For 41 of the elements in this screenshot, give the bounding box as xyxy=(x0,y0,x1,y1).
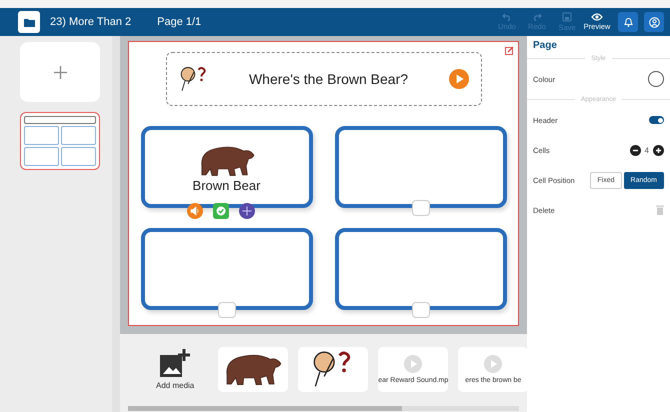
account-button[interactable] xyxy=(644,12,664,32)
user-icon xyxy=(648,16,660,28)
card-handle[interactable] xyxy=(412,200,430,216)
card-handle[interactable] xyxy=(412,302,430,318)
question-text: Where's the Brown Bear? xyxy=(248,71,410,87)
media-tile[interactable] xyxy=(298,346,368,392)
colour-swatch[interactable] xyxy=(648,71,664,87)
play-icon xyxy=(484,354,502,372)
undo-icon xyxy=(502,13,512,21)
page-thumbnail[interactable] xyxy=(20,112,100,170)
project-title: 23) More Than 2 xyxy=(50,16,132,28)
empty-card[interactable] xyxy=(140,228,312,310)
header-toggle[interactable] xyxy=(649,116,664,124)
panel-title: Page xyxy=(533,40,558,51)
save-icon xyxy=(562,12,572,22)
minus-icon[interactable] xyxy=(630,144,641,156)
play-icon[interactable] xyxy=(448,69,468,89)
page-indicator: Page 1/1 xyxy=(157,16,202,28)
sound-icon[interactable] xyxy=(186,203,202,219)
answer-card[interactable]: Brown Bear xyxy=(140,126,312,208)
media-tile[interactable] xyxy=(218,346,288,392)
redo-icon xyxy=(532,13,542,21)
thinking-person-drawing xyxy=(178,66,208,92)
bell-icon xyxy=(624,17,632,27)
add-media-button[interactable]: Add media xyxy=(156,348,194,390)
cells-count: 4 xyxy=(644,146,649,154)
eye-icon xyxy=(591,13,603,21)
folder-button[interactable] xyxy=(18,11,40,33)
folder-icon xyxy=(24,18,34,26)
notifications-button[interactable] xyxy=(618,12,638,32)
check-icon[interactable] xyxy=(212,203,228,219)
edit-icon[interactable] xyxy=(505,46,514,55)
plus-icon xyxy=(54,66,66,78)
card-label: Brown Bear xyxy=(192,178,260,192)
play-icon xyxy=(404,354,422,372)
empty-card[interactable] xyxy=(334,228,506,310)
plus-icon[interactable] xyxy=(653,144,664,156)
card-handle[interactable] xyxy=(218,302,236,318)
add-image-icon xyxy=(160,348,190,376)
move-icon[interactable] xyxy=(238,203,254,219)
empty-card[interactable] xyxy=(334,126,506,208)
